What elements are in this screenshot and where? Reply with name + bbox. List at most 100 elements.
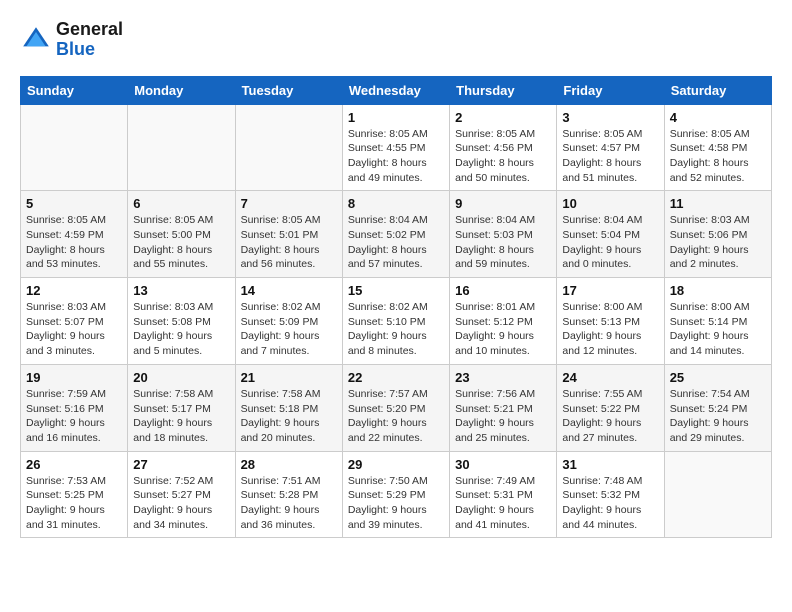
day-number: 14 xyxy=(241,283,337,298)
day-info: Sunrise: 8:05 AM Sunset: 4:59 PM Dayligh… xyxy=(26,213,122,272)
day-info: Sunrise: 8:04 AM Sunset: 5:02 PM Dayligh… xyxy=(348,213,444,272)
day-number: 19 xyxy=(26,370,122,385)
day-cell: 26 Sunrise: 7:53 AM Sunset: 5:25 PM Dayli… xyxy=(21,451,128,538)
day-number: 27 xyxy=(133,457,229,472)
day-info: Sunrise: 8:02 AM Sunset: 5:09 PM Dayligh… xyxy=(241,300,337,359)
logo-icon xyxy=(20,24,52,56)
day-info: Sunrise: 7:53 AM Sunset: 5:25 PM Dayligh… xyxy=(26,474,122,533)
day-info: Sunrise: 8:04 AM Sunset: 5:04 PM Dayligh… xyxy=(562,213,658,272)
header-cell-sunday: Sunday xyxy=(21,76,128,104)
day-number: 11 xyxy=(670,196,766,211)
day-number: 6 xyxy=(133,196,229,211)
day-number: 1 xyxy=(348,110,444,125)
week-row-2: 12 Sunrise: 8:03 AM Sunset: 5:07 PM Dayli… xyxy=(21,278,772,365)
day-info: Sunrise: 7:58 AM Sunset: 5:17 PM Dayligh… xyxy=(133,387,229,446)
day-cell: 4Sunrise: 8:05 AM Sunset: 4:58 PM Daylig… xyxy=(664,104,771,191)
day-cell: 15 Sunrise: 8:02 AM Sunset: 5:10 PM Dayli… xyxy=(342,278,449,365)
day-cell: 18 Sunrise: 8:00 AM Sunset: 5:14 PM Dayli… xyxy=(664,278,771,365)
day-cell: 23 Sunrise: 7:56 AM Sunset: 5:21 PM Dayli… xyxy=(450,364,557,451)
day-number: 20 xyxy=(133,370,229,385)
day-number: 3 xyxy=(562,110,658,125)
day-cell: 9 Sunrise: 8:04 AM Sunset: 5:03 PM Daylig… xyxy=(450,191,557,278)
day-info: Sunrise: 7:55 AM Sunset: 5:22 PM Dayligh… xyxy=(562,387,658,446)
day-number: 10 xyxy=(562,196,658,211)
day-cell: 1 Sunrise: 8:05 AM Sunset: 4:55 PM Daylig… xyxy=(342,104,449,191)
day-info: Sunrise: 7:52 AM Sunset: 5:27 PM Dayligh… xyxy=(133,474,229,533)
day-number: 30 xyxy=(455,457,551,472)
day-cell: 27 Sunrise: 7:52 AM Sunset: 5:27 PM Dayli… xyxy=(128,451,235,538)
day-number: 2 xyxy=(455,110,551,125)
day-cell: 21 Sunrise: 7:58 AM Sunset: 5:18 PM Dayli… xyxy=(235,364,342,451)
day-number: 17 xyxy=(562,283,658,298)
day-cell: 16 Sunrise: 8:01 AM Sunset: 5:12 PM Dayli… xyxy=(450,278,557,365)
day-cell: 11 Sunrise: 8:03 AM Sunset: 5:06 PM Dayli… xyxy=(664,191,771,278)
day-info: Sunrise: 8:00 AM Sunset: 5:14 PM Dayligh… xyxy=(670,300,766,359)
day-info: Sunrise: 7:51 AM Sunset: 5:28 PM Dayligh… xyxy=(241,474,337,533)
day-number: 23 xyxy=(455,370,551,385)
day-cell: 3 Sunrise: 8:05 AM Sunset: 4:57 PM Daylig… xyxy=(557,104,664,191)
week-row-3: 19 Sunrise: 7:59 AM Sunset: 5:16 PM Dayli… xyxy=(21,364,772,451)
day-info: Sunrise: 8:02 AM Sunset: 5:10 PM Dayligh… xyxy=(348,300,444,359)
day-number: 21 xyxy=(241,370,337,385)
day-cell: 5Sunrise: 8:05 AM Sunset: 4:59 PM Daylig… xyxy=(21,191,128,278)
day-cell: 20 Sunrise: 7:58 AM Sunset: 5:17 PM Dayli… xyxy=(128,364,235,451)
day-info: Sunrise: 7:56 AM Sunset: 5:21 PM Dayligh… xyxy=(455,387,551,446)
day-cell: 8Sunrise: 8:04 AM Sunset: 5:02 PM Daylig… xyxy=(342,191,449,278)
day-info: Sunrise: 8:05 AM Sunset: 4:55 PM Dayligh… xyxy=(348,127,444,186)
header-cell-saturday: Saturday xyxy=(664,76,771,104)
day-number: 15 xyxy=(348,283,444,298)
week-row-1: 5Sunrise: 8:05 AM Sunset: 4:59 PM Daylig… xyxy=(21,191,772,278)
day-cell: 29 Sunrise: 7:50 AM Sunset: 5:29 PM Dayli… xyxy=(342,451,449,538)
day-info: Sunrise: 7:58 AM Sunset: 5:18 PM Dayligh… xyxy=(241,387,337,446)
day-cell xyxy=(235,104,342,191)
day-info: Sunrise: 7:49 AM Sunset: 5:31 PM Dayligh… xyxy=(455,474,551,533)
day-number: 4 xyxy=(670,110,766,125)
day-info: Sunrise: 7:59 AM Sunset: 5:16 PM Dayligh… xyxy=(26,387,122,446)
week-row-4: 26 Sunrise: 7:53 AM Sunset: 5:25 PM Dayli… xyxy=(21,451,772,538)
day-cell: 7 Sunrise: 8:05 AM Sunset: 5:01 PM Daylig… xyxy=(235,191,342,278)
day-number: 26 xyxy=(26,457,122,472)
day-number: 24 xyxy=(562,370,658,385)
day-info: Sunrise: 7:48 AM Sunset: 5:32 PM Dayligh… xyxy=(562,474,658,533)
logo-text: General Blue xyxy=(56,20,123,60)
calendar-header: SundayMondayTuesdayWednesdayThursdayFrid… xyxy=(21,76,772,104)
day-info: Sunrise: 8:03 AM Sunset: 5:06 PM Dayligh… xyxy=(670,213,766,272)
day-info: Sunrise: 7:54 AM Sunset: 5:24 PM Dayligh… xyxy=(670,387,766,446)
day-cell: 19 Sunrise: 7:59 AM Sunset: 5:16 PM Dayli… xyxy=(21,364,128,451)
day-cell: 6 Sunrise: 8:05 AM Sunset: 5:00 PM Daylig… xyxy=(128,191,235,278)
day-cell: 13Sunrise: 8:03 AM Sunset: 5:08 PM Dayli… xyxy=(128,278,235,365)
calendar: SundayMondayTuesdayWednesdayThursdayFrid… xyxy=(20,76,772,539)
day-cell: 24 Sunrise: 7:55 AM Sunset: 5:22 PM Dayli… xyxy=(557,364,664,451)
day-number: 29 xyxy=(348,457,444,472)
header-cell-wednesday: Wednesday xyxy=(342,76,449,104)
day-info: Sunrise: 8:03 AM Sunset: 5:07 PM Dayligh… xyxy=(26,300,122,359)
day-cell: 30 Sunrise: 7:49 AM Sunset: 5:31 PM Dayli… xyxy=(450,451,557,538)
day-cell: 17 Sunrise: 8:00 AM Sunset: 5:13 PM Dayli… xyxy=(557,278,664,365)
day-number: 22 xyxy=(348,370,444,385)
day-cell: 25 Sunrise: 7:54 AM Sunset: 5:24 PM Dayli… xyxy=(664,364,771,451)
day-info: Sunrise: 8:00 AM Sunset: 5:13 PM Dayligh… xyxy=(562,300,658,359)
day-info: Sunrise: 8:01 AM Sunset: 5:12 PM Dayligh… xyxy=(455,300,551,359)
day-info: Sunrise: 8:05 AM Sunset: 5:00 PM Dayligh… xyxy=(133,213,229,272)
day-cell: 31Sunrise: 7:48 AM Sunset: 5:32 PM Dayli… xyxy=(557,451,664,538)
day-cell: 10 Sunrise: 8:04 AM Sunset: 5:04 PM Dayli… xyxy=(557,191,664,278)
day-number: 13 xyxy=(133,283,229,298)
day-cell: 14 Sunrise: 8:02 AM Sunset: 5:09 PM Dayli… xyxy=(235,278,342,365)
header-cell-thursday: Thursday xyxy=(450,76,557,104)
day-cell: 22Sunrise: 7:57 AM Sunset: 5:20 PM Dayli… xyxy=(342,364,449,451)
day-info: Sunrise: 8:05 AM Sunset: 5:01 PM Dayligh… xyxy=(241,213,337,272)
day-info: Sunrise: 8:05 AM Sunset: 4:57 PM Dayligh… xyxy=(562,127,658,186)
day-cell xyxy=(664,451,771,538)
day-number: 9 xyxy=(455,196,551,211)
day-cell xyxy=(21,104,128,191)
day-number: 18 xyxy=(670,283,766,298)
day-info: Sunrise: 7:50 AM Sunset: 5:29 PM Dayligh… xyxy=(348,474,444,533)
header-cell-tuesday: Tuesday xyxy=(235,76,342,104)
header-cell-friday: Friday xyxy=(557,76,664,104)
day-number: 12 xyxy=(26,283,122,298)
day-info: Sunrise: 8:04 AM Sunset: 5:03 PM Dayligh… xyxy=(455,213,551,272)
day-number: 7 xyxy=(241,196,337,211)
day-cell: 28Sunrise: 7:51 AM Sunset: 5:28 PM Dayli… xyxy=(235,451,342,538)
day-number: 25 xyxy=(670,370,766,385)
day-number: 16 xyxy=(455,283,551,298)
